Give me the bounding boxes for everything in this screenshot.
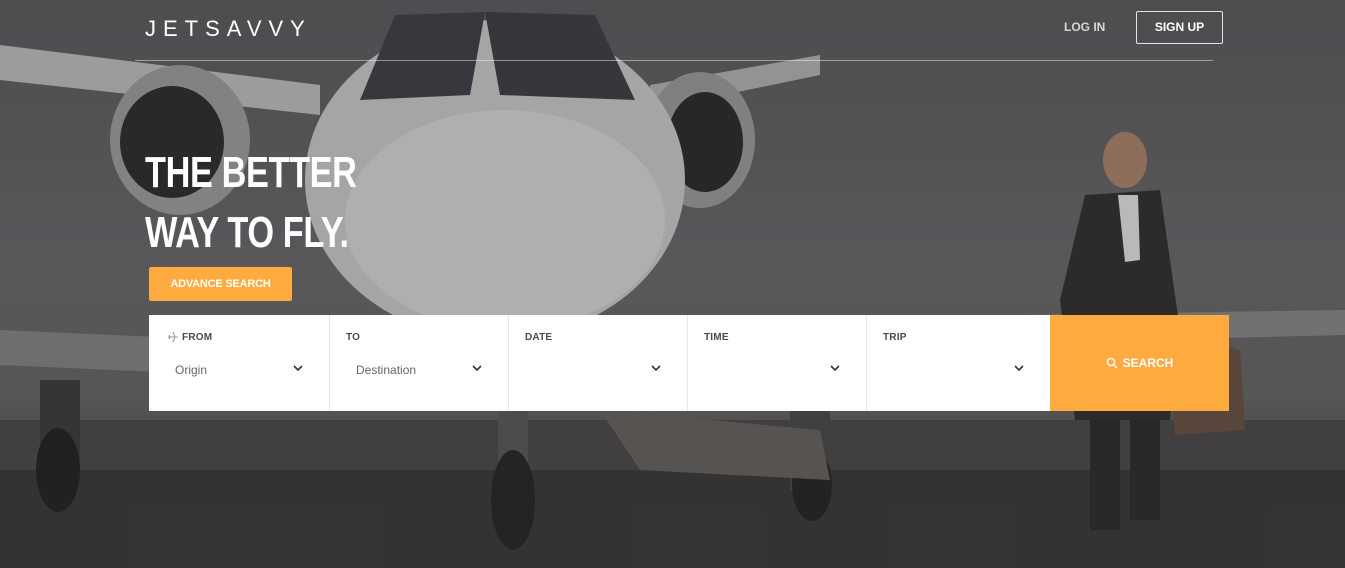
from-value: Origin <box>175 363 208 377</box>
from-field[interactable]: FROM Origin <box>149 315 330 411</box>
to-value: Destination <box>356 363 417 377</box>
chevron-down-icon[interactable] <box>649 361 663 375</box>
plane-icon <box>167 331 179 343</box>
advance-search-button[interactable]: ADVANCE SEARCH <box>149 267 292 301</box>
chevron-down-icon[interactable] <box>470 361 484 375</box>
trip-field[interactable]: TRIP <box>867 315 1050 411</box>
chevron-down-icon[interactable] <box>291 361 305 375</box>
header-divider <box>135 60 1213 61</box>
search-button[interactable]: SEARCH <box>1050 315 1229 411</box>
signup-button[interactable]: SIGN UP <box>1136 11 1223 44</box>
headline-line-2: WAY TO FLY. <box>145 208 349 257</box>
hero-headline: THE BETTER WAY TO FLY. <box>145 143 357 263</box>
trip-label: TRIP <box>883 332 907 343</box>
chevron-down-icon[interactable] <box>1012 361 1026 375</box>
login-link[interactable]: LOG IN <box>1064 20 1105 34</box>
time-label: TIME <box>704 332 729 343</box>
logo[interactable]: JETSAVVY <box>145 16 312 42</box>
date-field[interactable]: DATE <box>509 315 688 411</box>
search-button-label: SEARCH <box>1122 356 1174 370</box>
chevron-down-icon[interactable] <box>828 361 842 375</box>
from-label: FROM <box>182 332 213 343</box>
date-label: DATE <box>525 332 553 343</box>
headline-line-1: THE BETTER <box>145 148 357 197</box>
time-field[interactable]: TIME <box>688 315 867 411</box>
search-icon <box>1106 357 1118 369</box>
to-field[interactable]: TO Destination <box>330 315 509 411</box>
flight-search-bar: FROM Origin TO Destination DATE TIME TRI… <box>149 315 1229 411</box>
to-label: TO <box>346 332 361 343</box>
